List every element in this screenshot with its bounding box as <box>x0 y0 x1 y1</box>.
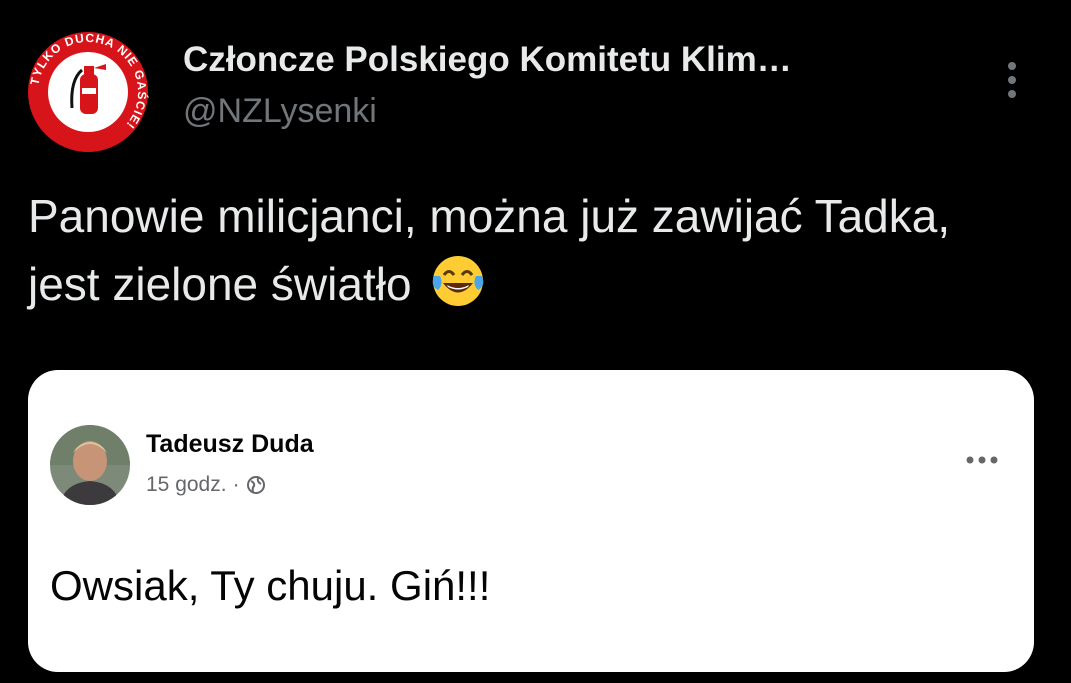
tweet-body: Panowie milicjanci, można już zawijać Ta… <box>28 182 1028 318</box>
embedded-author-avatar <box>50 425 130 505</box>
embedded-post-more-button <box>962 448 1002 472</box>
embedded-author-name: Tadeusz Duda <box>146 430 314 458</box>
horizontal-ellipsis-icon <box>966 456 998 464</box>
tweet-more-button[interactable] <box>992 52 1032 108</box>
face-with-tears-of-joy-icon <box>432 256 484 306</box>
meta-separator: · <box>232 473 240 496</box>
tweet-text: Panowie milicjanci, można już zawijać Ta… <box>28 190 951 310</box>
embedded-post-meta: 15 godz. · <box>146 473 266 497</box>
profile-photo <box>50 425 130 505</box>
embedded-post-time: 15 godz. <box>146 473 227 496</box>
author-display-name[interactable]: Członcze Polskiego Komitetu Klim… <box>183 40 973 80</box>
author-handle[interactable]: @NZLysenki <box>183 92 377 131</box>
embedded-post-image[interactable]: Tadeusz Duda 15 godz. · Owsiak, Ty chuju… <box>28 370 1034 672</box>
globe-icon <box>246 476 265 494</box>
vertical-ellipsis-icon <box>1008 62 1016 98</box>
embedded-post-text: Owsiak, Ty chuju. Giń!!! <box>50 562 491 609</box>
author-avatar[interactable]: TYLKO DUCHA NIE GAŚCIE! <box>26 30 150 154</box>
fire-extinguisher-logo: TYLKO DUCHA NIE GAŚCIE! <box>27 31 149 152</box>
